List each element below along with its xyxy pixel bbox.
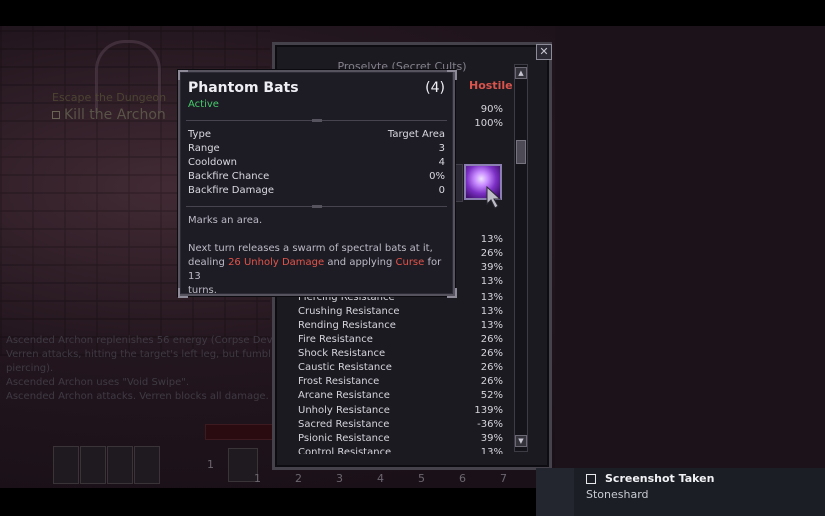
stat-value: 100%: [474, 118, 503, 129]
hotbar-number: 3: [336, 472, 343, 485]
hotbar-number: 1: [254, 472, 261, 485]
scroll-down-button[interactable]: ▼: [515, 435, 527, 447]
combat-log: Ascended Archon replenishes 56 energy (C…: [6, 334, 285, 404]
hotbar-number: 2: [295, 472, 302, 485]
resistance-row: Unholy Resistance 139%: [298, 405, 503, 416]
notification-thumbnail: [536, 468, 574, 516]
resistance-row: Arcane Resistance 52%: [298, 390, 503, 401]
ability-description: Next turn releases a swarm of spectral b…: [188, 242, 448, 298]
resistance-row: Control Resistance 13%: [298, 447, 503, 454]
resistance-row: Shock Resistance 26%: [298, 348, 503, 359]
stat-value: 13%: [480, 276, 503, 287]
log-line: Ascended Archon replenishes 56 energy (C…: [6, 335, 285, 346]
ability-count: (4): [425, 80, 445, 96]
log-line: Ascended Archon attacks. Verren blocks a…: [6, 391, 269, 402]
curse-highlight: Curse: [395, 257, 425, 268]
log-line: piercing).: [6, 363, 54, 374]
resistance-row: Fire Resistance 26%: [298, 334, 503, 345]
close-icon: ✕: [539, 45, 549, 58]
ability-summary: Marks an area.: [188, 215, 263, 226]
screenshot-icon: [586, 474, 596, 484]
description-line: dealing 26 Unholy Damage and applying Cu…: [188, 257, 442, 282]
notification-title: Screenshot Taken: [605, 472, 715, 485]
ability-stat-row: Backfire Chance 0%: [188, 171, 445, 182]
ability-stat-row: Cooldown 4: [188, 157, 445, 168]
divider-ornament: [312, 119, 322, 122]
quest-objective[interactable]: Kill the Archon: [52, 107, 166, 123]
log-line: Verren attacks, hitting the target's lef…: [6, 349, 271, 360]
stat-value: 26%: [480, 248, 503, 259]
resistance-row: Caustic Resistance 26%: [298, 362, 503, 373]
scene-right-shade: [555, 26, 825, 488]
panel-scrollbar[interactable]: [514, 64, 528, 452]
hotbar-number: 5: [418, 472, 425, 485]
resistance-row: Rending Resistance 13%: [298, 320, 503, 331]
hud-slot[interactable]: [107, 446, 133, 484]
arrow-up-icon: ▲: [518, 69, 524, 77]
arrow-down-icon: ▼: [518, 437, 524, 445]
checkbox-icon: [52, 111, 60, 119]
tooltip-corner: [178, 70, 188, 80]
hotbar-number: 4: [377, 472, 384, 485]
resistance-row: Crushing Resistance 13%: [298, 306, 503, 317]
stat-value: 39%: [480, 262, 503, 273]
resistance-row: Frost Resistance 26%: [298, 376, 503, 387]
scroll-thumb[interactable]: [516, 140, 526, 164]
ability-stat-row: Backfire Damage 0: [188, 185, 445, 196]
ability-name: Phantom Bats: [188, 80, 299, 96]
quest-objective-label: Kill the Archon: [64, 107, 166, 123]
resistance-row: Psionic Resistance 39%: [298, 433, 503, 444]
ability-slot-edge: [455, 164, 463, 202]
tooltip-corner: [447, 288, 457, 298]
hud-slot[interactable]: [80, 446, 106, 484]
ability-state: Active: [188, 99, 219, 110]
letterbox-top: [0, 0, 825, 26]
stat-value: 13%: [480, 234, 503, 245]
hotbar-number: 6: [459, 472, 466, 485]
ability-stat-row: Type Target Area: [188, 129, 445, 140]
mouse-cursor-icon: [486, 185, 502, 209]
quest-subtitle: Escape the Dungeon: [52, 91, 167, 104]
hud-slot[interactable]: [53, 446, 79, 484]
hotbar-number: 7: [500, 472, 507, 485]
hotbar-page[interactable]: 1: [207, 458, 214, 471]
description-line: turns.: [188, 285, 217, 296]
resistance-row: Sacred Resistance -36%: [298, 419, 503, 430]
divider-ornament: [312, 205, 322, 208]
health-bar: [205, 424, 277, 440]
tooltip-corner: [447, 70, 457, 80]
close-button[interactable]: ✕: [536, 44, 552, 60]
stat-value: 90%: [480, 104, 503, 115]
tooltip-corner: [178, 288, 188, 298]
notification-app: Stoneshard: [586, 488, 649, 501]
ability-stat-row: Range 3: [188, 143, 445, 154]
hostility-status: Hostile: [469, 79, 513, 92]
scroll-up-button[interactable]: ▲: [515, 67, 527, 79]
description-line: Next turn releases a swarm of spectral b…: [188, 243, 433, 254]
log-line: Ascended Archon uses "Void Swipe".: [6, 377, 190, 388]
damage-highlight: 26 Unholy Damage: [228, 257, 325, 268]
hud-slot[interactable]: [134, 446, 160, 484]
